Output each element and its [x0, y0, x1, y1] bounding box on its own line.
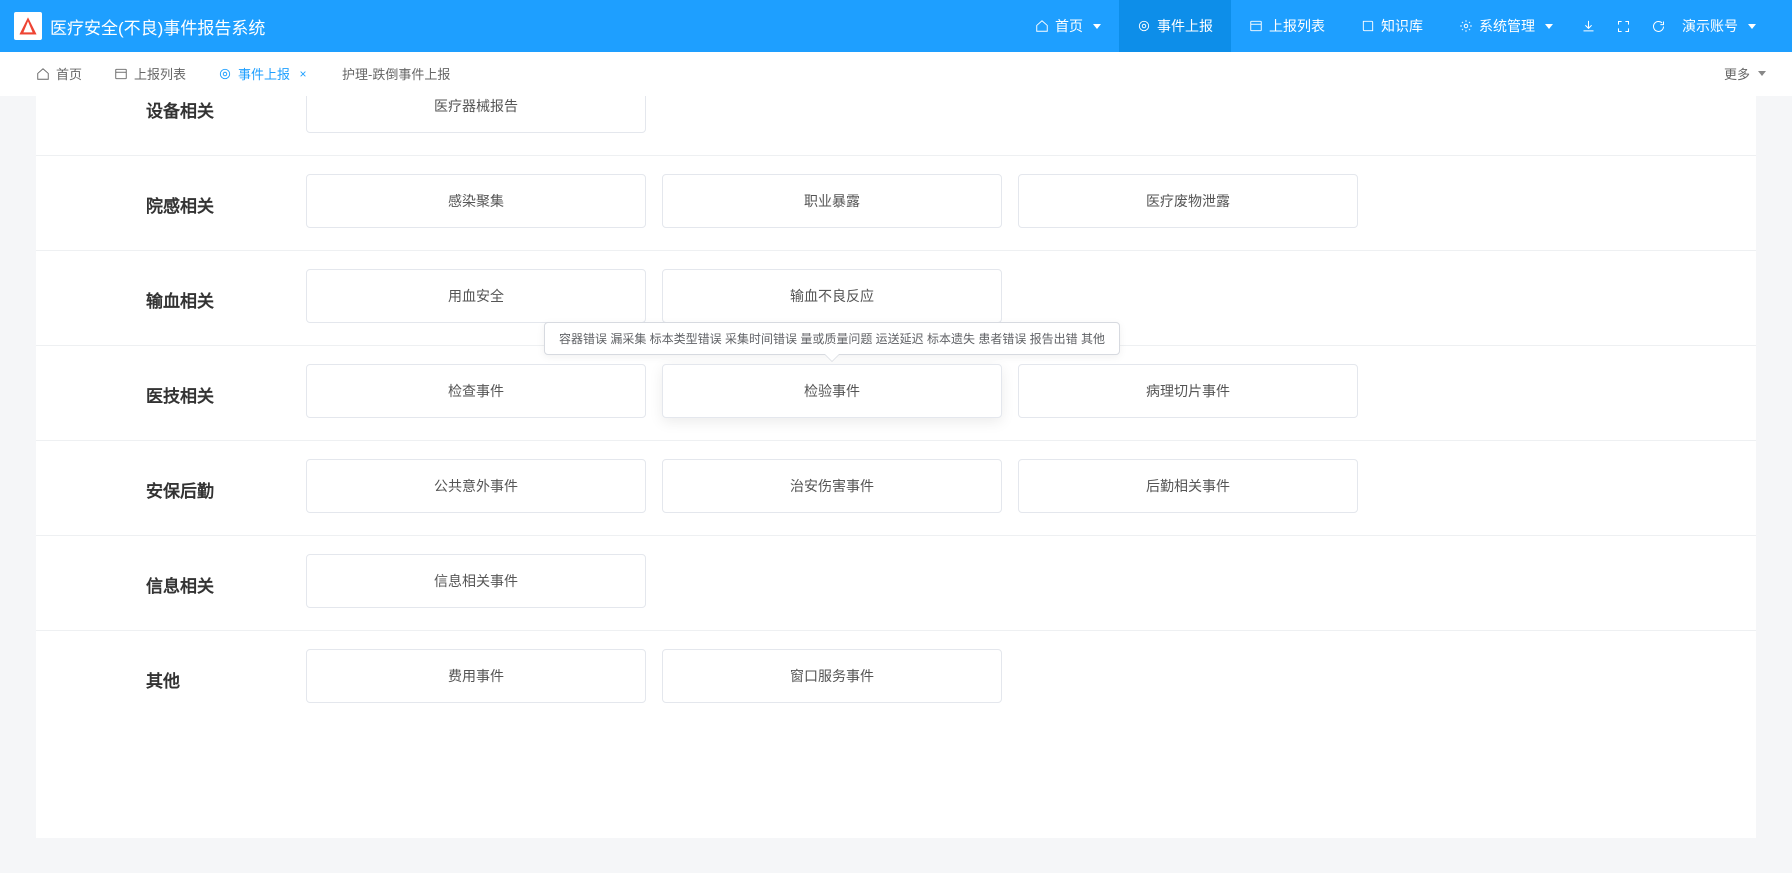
tab-report[interactable]: 事件上报 × — [202, 52, 326, 96]
nav-sysmgr-label: 系统管理 — [1479, 16, 1535, 36]
card-row: 费用事件 窗口服务事件 — [306, 649, 1756, 703]
event-type-card-transfusion-adverse[interactable]: 输血不良反应 — [662, 269, 1002, 323]
chevron-down-icon — [1545, 24, 1553, 29]
nav-report[interactable]: 事件上报 — [1119, 0, 1231, 52]
tab-home-label: 首页 — [56, 64, 82, 83]
section: 其他 费用事件 窗口服务事件 — [36, 630, 1756, 725]
upload-target-icon — [1137, 19, 1151, 33]
card-row: 感染聚集 职业暴露 医疗废物泄露 — [306, 174, 1756, 228]
card-row: 检查事件 检验事件容器错误 漏采集 标本类型错误 采集时间错误 量或质量问题 运送… — [306, 364, 1756, 418]
section: 设备相关 医疗器械报告 — [36, 96, 1756, 155]
tooltip: 容器错误 漏采集 标本类型错误 采集时间错误 量或质量问题 运送延迟 标本遗失 … — [544, 322, 1120, 355]
section-label: 院感相关 — [36, 174, 306, 228]
section-label: 医技相关 — [36, 364, 306, 418]
event-type-card-label: 治安伤害事件 — [790, 476, 874, 496]
nav-sysmgr[interactable]: 系统管理 — [1441, 0, 1571, 52]
nav-kb[interactable]: 知识库 — [1343, 0, 1441, 52]
chevron-down-icon — [1758, 71, 1766, 76]
event-type-card-label: 医疗废物泄露 — [1146, 191, 1230, 211]
topnav: 首页 事件上报 上报列表 知识库 系统管理 — [1017, 0, 1774, 52]
section-label: 信息相关 — [36, 554, 306, 608]
section: 医技相关 检查事件 检验事件容器错误 漏采集 标本类型错误 采集时间错误 量或质量问… — [36, 345, 1756, 440]
event-type-card-pathology-slice[interactable]: 病理切片事件 — [1018, 364, 1358, 418]
chevron-down-icon — [1748, 24, 1756, 29]
event-type-card-label: 用血安全 — [448, 286, 504, 306]
event-type-card-label: 职业暴露 — [804, 191, 860, 211]
list-icon — [1249, 19, 1263, 33]
event-type-card-label: 费用事件 — [448, 666, 504, 686]
fullscreen-button[interactable] — [1606, 0, 1641, 52]
card-row: 用血安全 输血不良反应 — [306, 269, 1756, 323]
event-type-card-med-device[interactable]: 医疗器械报告 — [306, 96, 646, 133]
tab-report-list[interactable]: 上报列表 — [98, 52, 202, 96]
event-type-card-security-injury[interactable]: 治安伤害事件 — [662, 459, 1002, 513]
event-type-card-label: 公共意外事件 — [434, 476, 518, 496]
chevron-down-icon — [1093, 24, 1101, 29]
event-type-card-label: 后勤相关事件 — [1146, 476, 1230, 496]
tab-nursing-fall-label: 护理-跌倒事件上报 — [342, 64, 450, 83]
event-type-card-lab-event[interactable]: 检验事件容器错误 漏采集 标本类型错误 采集时间错误 量或质量问题 运送延迟 标… — [662, 364, 1002, 418]
tab-report-list-label: 上报列表 — [134, 64, 186, 83]
section-label: 设备相关 — [36, 96, 306, 133]
section: 院感相关 感染聚集 职业暴露 医疗废物泄露 — [36, 155, 1756, 250]
event-type-card-medical-waste-leak[interactable]: 医疗废物泄露 — [1018, 174, 1358, 228]
nav-account-label: 演示账号 — [1682, 16, 1738, 36]
nav-home[interactable]: 首页 — [1017, 0, 1119, 52]
event-type-card-occupational-exposure[interactable]: 职业暴露 — [662, 174, 1002, 228]
nav-account[interactable]: 演示账号 — [1676, 0, 1774, 52]
event-type-card-label: 检查事件 — [448, 381, 504, 401]
event-type-card-blood-use-safety[interactable]: 用血安全 — [306, 269, 646, 323]
tab-nursing-fall[interactable]: 护理-跌倒事件上报 — [326, 52, 466, 96]
event-type-card-logistics-event[interactable]: 后勤相关事件 — [1018, 459, 1358, 513]
nav-report-list[interactable]: 上报列表 — [1231, 0, 1343, 52]
event-type-card-label: 窗口服务事件 — [790, 666, 874, 686]
nav-home-label: 首页 — [1055, 16, 1083, 36]
event-type-card-exam-event[interactable]: 检查事件 — [306, 364, 646, 418]
event-type-card-infection-cluster[interactable]: 感染聚集 — [306, 174, 646, 228]
workarea: 设备相关 医疗器械报告院感相关 感染聚集 职业暴露 医疗废物泄露输血相关 用血安全 输血不良… — [0, 96, 1792, 873]
tabs-more-label: 更多 — [1724, 64, 1750, 83]
close-icon[interactable]: × — [296, 67, 310, 81]
nav-report-list-label: 上报列表 — [1269, 16, 1325, 36]
tab-home[interactable]: 首页 — [20, 52, 98, 96]
logo-icon — [14, 12, 42, 40]
nav-kb-label: 知识库 — [1381, 16, 1423, 36]
tabs-more[interactable]: 更多 — [1718, 64, 1772, 83]
section-label: 安保后勤 — [36, 459, 306, 513]
card-row: 信息相关事件 — [306, 554, 1756, 608]
tab-report-label: 事件上报 — [238, 64, 290, 83]
home-icon — [36, 67, 50, 81]
upload-target-icon — [218, 67, 232, 81]
event-type-card-public-accident[interactable]: 公共意外事件 — [306, 459, 646, 513]
refresh-button[interactable] — [1641, 0, 1676, 52]
list-icon — [114, 67, 128, 81]
event-type-card-fee-event[interactable]: 费用事件 — [306, 649, 646, 703]
event-type-card-label: 医疗器械报告 — [434, 96, 518, 116]
home-icon — [1035, 19, 1049, 33]
event-type-card-label: 信息相关事件 — [434, 571, 518, 591]
app-brand: 医疗安全(不良)事件报告系统 — [14, 12, 265, 40]
event-type-card-counter-service[interactable]: 窗口服务事件 — [662, 649, 1002, 703]
topbar: 医疗安全(不良)事件报告系统 首页 事件上报 上报列表 知 — [0, 0, 1792, 52]
card-row: 公共意外事件 治安伤害事件 后勤相关事件 — [306, 459, 1756, 513]
section-label: 其他 — [36, 649, 306, 703]
section-label: 输血相关 — [36, 269, 306, 323]
gear-icon — [1459, 19, 1473, 33]
event-type-card-label: 病理切片事件 — [1146, 381, 1230, 401]
event-type-card-label: 检验事件 — [804, 381, 860, 401]
event-type-card-info-event[interactable]: 信息相关事件 — [306, 554, 646, 608]
event-type-card-label: 输血不良反应 — [790, 286, 874, 306]
event-type-sheet: 设备相关 医疗器械报告院感相关 感染聚集 职业暴露 医疗废物泄露输血相关 用血安全 输血不良… — [36, 96, 1756, 838]
nav-report-label: 事件上报 — [1157, 16, 1213, 36]
book-icon — [1361, 19, 1375, 33]
tabs-strip: 首页 上报列表 事件上报 × 护理-跌倒事件上报 更多 — [0, 52, 1792, 96]
app-title: 医疗安全(不良)事件报告系统 — [50, 14, 265, 39]
download-button[interactable] — [1571, 0, 1606, 52]
section: 安保后勤 公共意外事件 治安伤害事件 后勤相关事件 — [36, 440, 1756, 535]
card-row: 医疗器械报告 — [306, 96, 1756, 133]
event-type-card-label: 感染聚集 — [448, 191, 504, 211]
section: 信息相关 信息相关事件 — [36, 535, 1756, 630]
